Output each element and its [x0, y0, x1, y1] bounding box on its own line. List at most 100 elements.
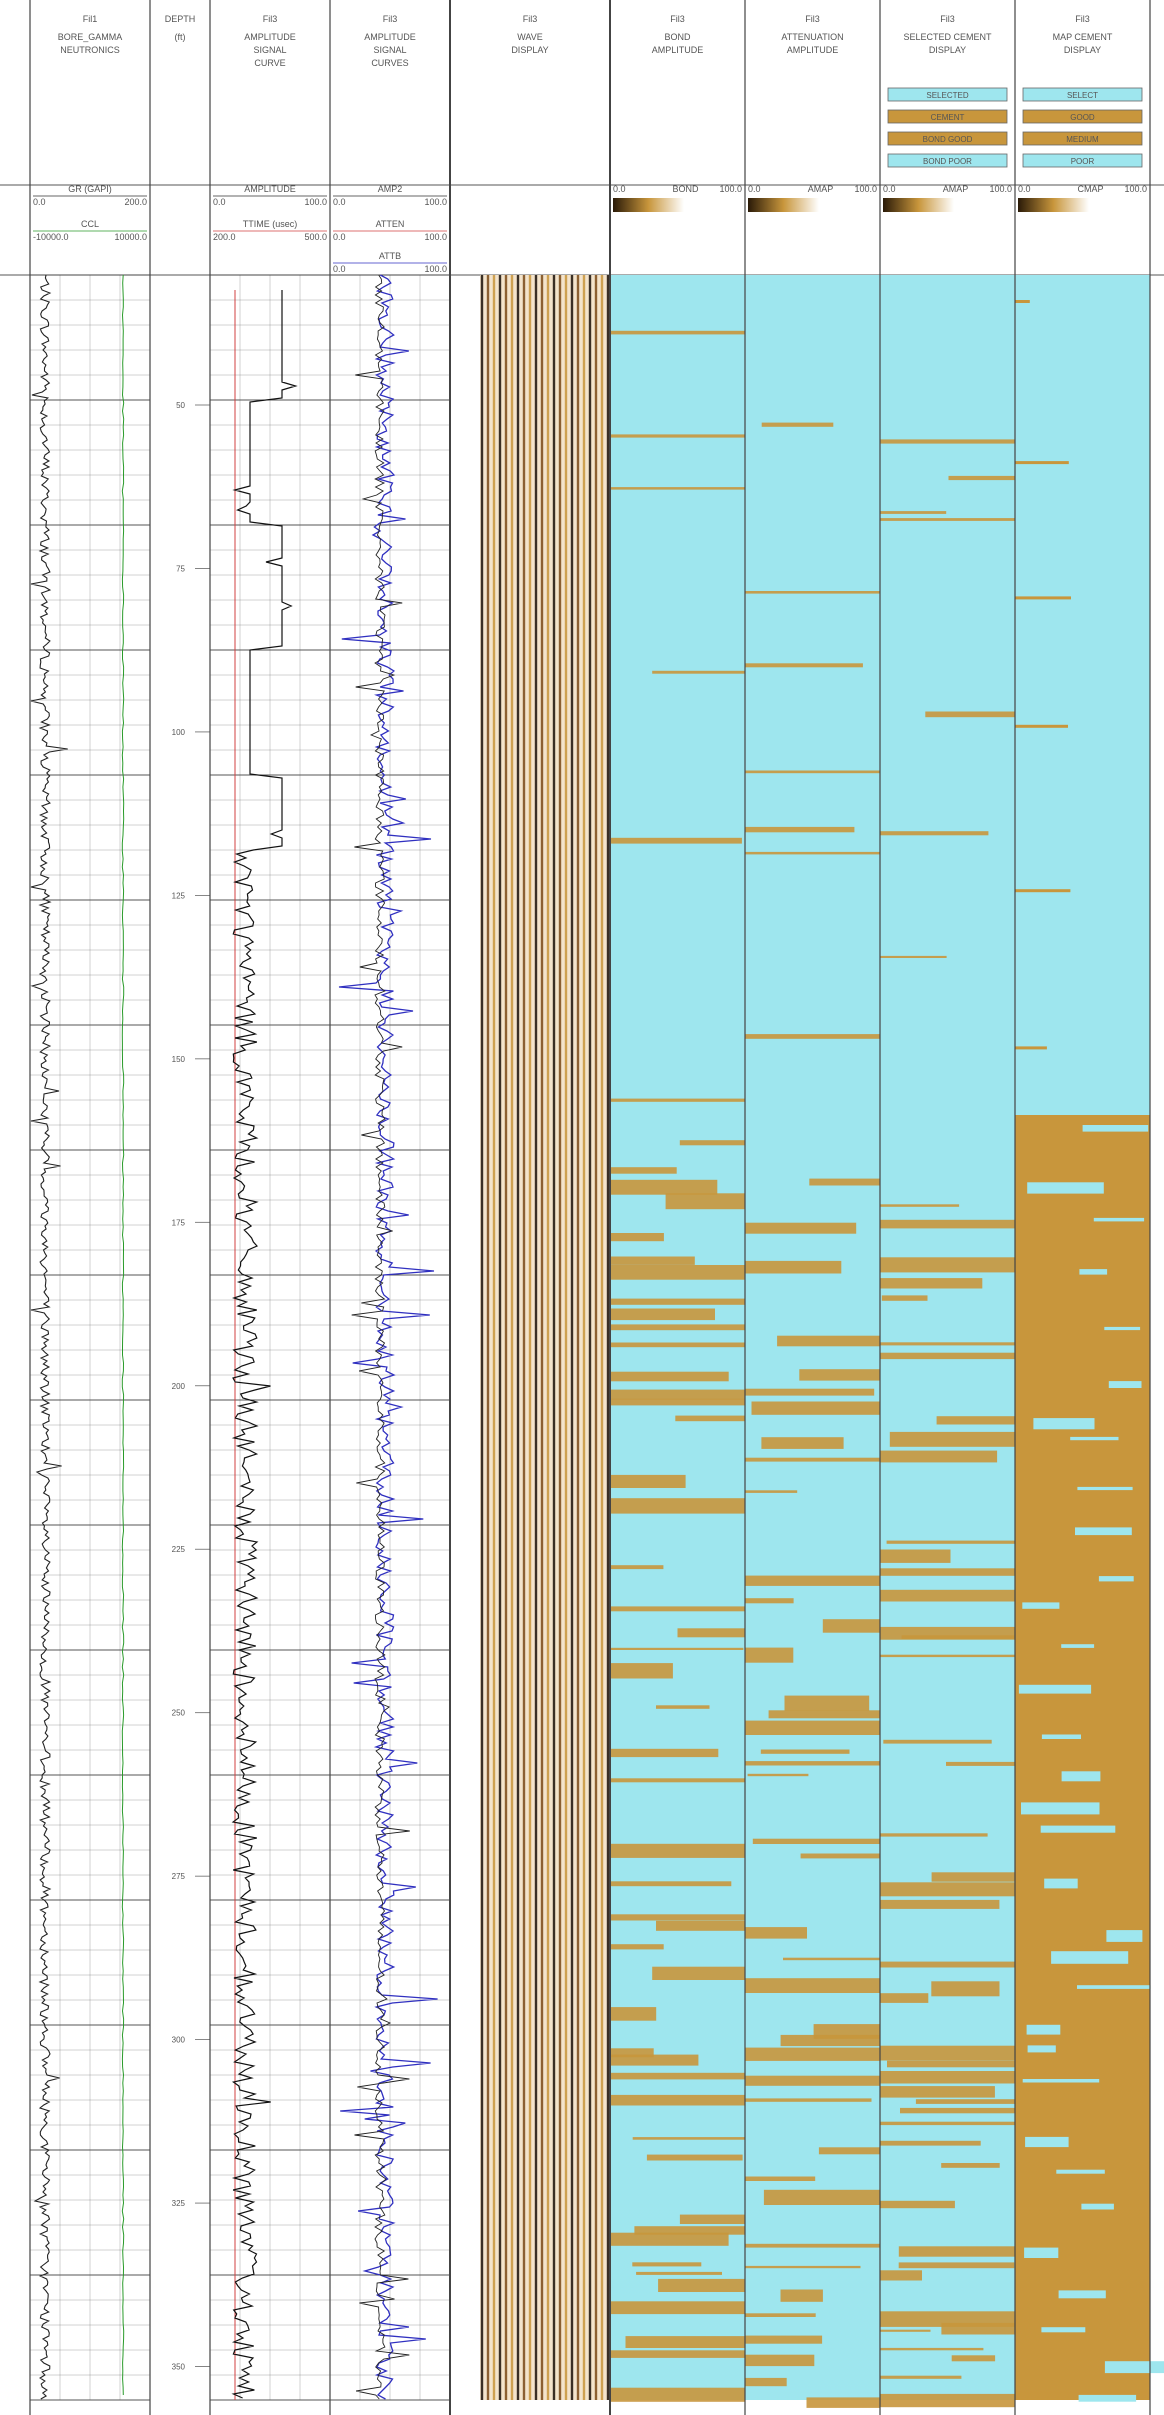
- scale-name-ttime-usec-: TTIME (usec): [243, 219, 298, 229]
- map-good-patch: [1077, 1486, 1133, 1491]
- cement-band: [610, 1647, 744, 1650]
- map-good-patch: [1061, 1771, 1101, 1782]
- legend-label: SELECTED: [926, 91, 968, 100]
- depth-label-325: 325: [172, 2199, 186, 2208]
- cement-band: [752, 1838, 880, 1844]
- cement-band: [887, 2060, 1015, 2068]
- map-poor-stripe: [1015, 300, 1030, 303]
- map-good-patch: [1078, 2394, 1137, 2402]
- cement-band: [901, 1635, 1015, 1639]
- cement-band: [745, 2265, 861, 2269]
- map-good-patch: [1108, 1381, 1142, 1388]
- depth-label-300: 300: [172, 2036, 186, 2045]
- map-good-patch: [1027, 1182, 1104, 1194]
- cement-band: [610, 1167, 677, 1174]
- cement-band: [610, 1778, 745, 1783]
- depth-label-225: 225: [172, 1545, 186, 1554]
- cement-band: [880, 1257, 1015, 1273]
- map-good-patch: [1104, 2361, 1164, 2374]
- cement-band: [610, 1389, 745, 1400]
- cement-band: [745, 1598, 794, 1604]
- map-poor-stripe: [1015, 596, 1071, 600]
- cement-band: [745, 1260, 842, 1274]
- cement-band: [610, 1606, 745, 1612]
- cement-band: [745, 851, 880, 855]
- cement-band: [610, 2054, 699, 2066]
- cement-band: [625, 2336, 745, 2348]
- track-4-title: SIGNAL: [373, 45, 406, 55]
- cement-band: [925, 711, 1015, 718]
- map-poor-stripe: [1015, 1046, 1047, 1050]
- depth-label-250: 250: [172, 1709, 186, 1718]
- cement-band: [745, 1978, 880, 1993]
- cement-band: [745, 1647, 794, 1663]
- track-5-title: DISPLAY: [511, 45, 548, 55]
- map-good-patch: [1044, 1878, 1078, 1889]
- legend-label: CEMENT: [931, 113, 965, 122]
- depth-track: 50 75 100 125 150 175 200 225 250 275 300 325 350: [172, 401, 210, 2372]
- cement-band: [886, 1540, 1015, 1544]
- cement-band: [745, 1490, 798, 1493]
- depth-label-275: 275: [172, 1872, 186, 1881]
- cement-band: [610, 2007, 657, 2021]
- map-good-patch: [1051, 1951, 1129, 1964]
- track-9-title: DISPLAY: [1064, 45, 1101, 55]
- track-2-title: (ft): [175, 32, 186, 42]
- scale-name-attb: ATTB: [379, 251, 401, 261]
- scale-colorbar: [1018, 198, 1089, 212]
- cement-band: [745, 1034, 880, 1039]
- cement-band: [675, 1415, 745, 1422]
- legend-label: BOND POOR: [923, 157, 972, 166]
- cement-band: [677, 1628, 745, 1638]
- cement-band: [880, 1219, 1015, 1229]
- track-7-title: ATTENUATION: [781, 32, 843, 42]
- cement-band: [880, 2071, 1015, 2084]
- selected-cement-track: [880, 275, 1015, 2408]
- log-viewer: Fil1 BORE_GAMMA NEUTRONICS DEPTH (ft) Fil3 AMP…: [0, 0, 1164, 2415]
- cement-band: [931, 1981, 1000, 1997]
- track-3-id: Fil3: [263, 14, 278, 24]
- cement-band: [915, 2099, 1015, 2104]
- map-good-patch: [1033, 1418, 1095, 1430]
- depth-label-50: 50: [176, 401, 185, 410]
- cement-band: [880, 2200, 955, 2209]
- cement-band: [610, 837, 742, 844]
- cement-band: [883, 1739, 992, 1744]
- cement-band: [745, 2354, 815, 2367]
- cement-band: [610, 1843, 745, 1858]
- track-8-title: DISPLAY: [929, 45, 966, 55]
- cement-band: [610, 1371, 729, 1382]
- scale-name-atten: ATTEN: [376, 219, 405, 229]
- scale-colorbar: [748, 198, 819, 212]
- cement-band: [780, 2289, 823, 2302]
- cement-band: [745, 1222, 857, 1234]
- cement-band: [610, 1233, 664, 1242]
- cement-band: [745, 1761, 880, 1766]
- cement-band: [880, 1342, 1015, 1346]
- cement-band: [610, 2094, 745, 2106]
- track-3-title: CURVE: [254, 58, 285, 68]
- atten-curve: [338, 274, 438, 2400]
- cement-band: [610, 1914, 745, 1921]
- cement-band: [784, 1695, 870, 1711]
- track-4-title: CURVES: [371, 58, 408, 68]
- cement-band: [898, 2262, 1015, 2269]
- cement-band: [610, 1324, 745, 1331]
- cement-band: [880, 2045, 1015, 2061]
- cement-band: [818, 2147, 880, 2155]
- map-good-patch: [1106, 1930, 1143, 1942]
- cement-band: [751, 1401, 880, 1415]
- cement-band: [780, 2034, 880, 2047]
- cement-band: [610, 2072, 745, 2080]
- cement-band: [610, 434, 745, 438]
- cement-band: [656, 1920, 745, 1931]
- scale-band: GR (GAPI)0.0 200.0CCL-10000.0 10000.0AMPLI…: [33, 184, 1147, 274]
- cement-band: [880, 2347, 984, 2351]
- well-log-plot: Fil1 BORE_GAMMA NEUTRONICS DEPTH (ft) Fil3 AMP…: [0, 0, 1164, 2415]
- cement-band: [610, 1298, 745, 1305]
- scale-max: 200.0: [124, 197, 147, 207]
- cement-band: [610, 1663, 673, 1679]
- track-4-title: AMPLITUDE: [364, 32, 416, 42]
- cement-band: [946, 1761, 1015, 1766]
- scale-min: -10000.0: [33, 232, 69, 242]
